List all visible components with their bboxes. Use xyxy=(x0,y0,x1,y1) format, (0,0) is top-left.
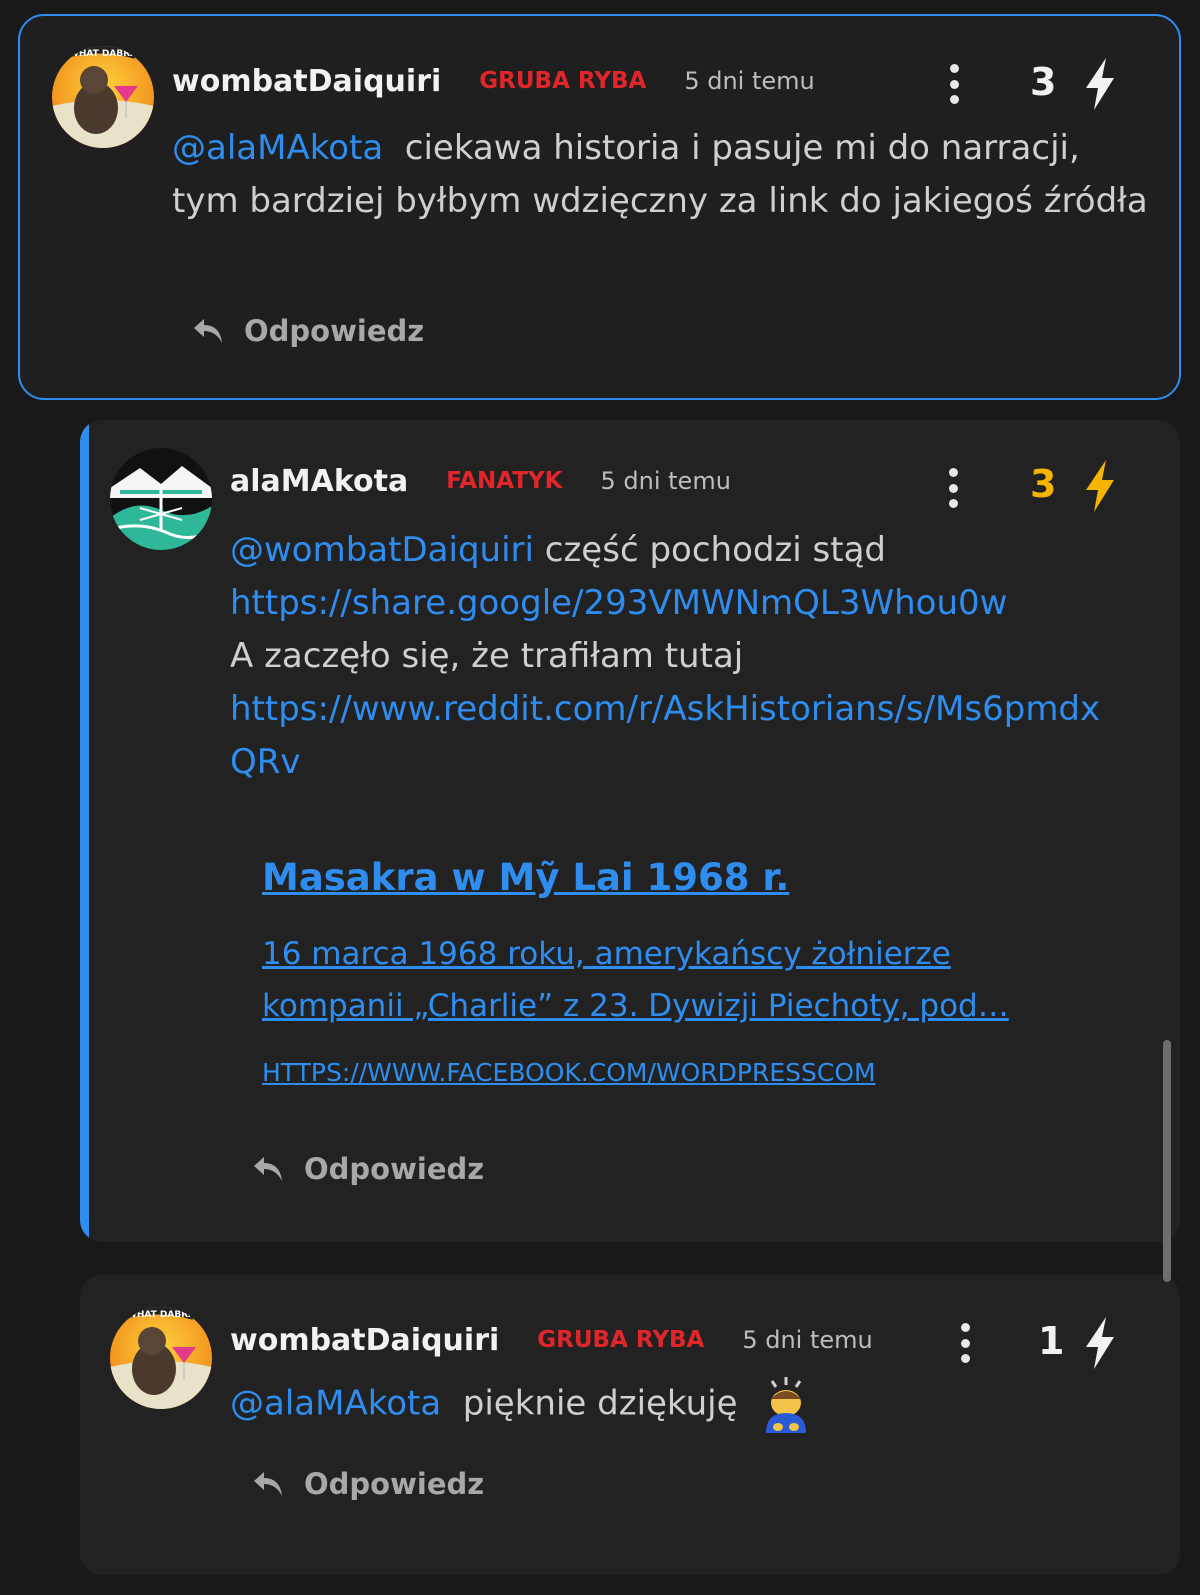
reply-comment-card: WHAT DABRA wombatDaiquiri GRUBA RYBA 5 d… xyxy=(80,1275,1180,1575)
username[interactable]: alaMAkota xyxy=(230,464,408,499)
rank-badge: GRUBA RYBA xyxy=(537,1327,705,1353)
reply-comment-card: alaMAkota FANATYK 5 dni temu 3 @wombatDa… xyxy=(80,420,1180,1242)
more-options-button[interactable] xyxy=(958,1323,972,1363)
user-mention[interactable]: @alaMAkota xyxy=(230,1384,441,1424)
rank-badge: GRUBA RYBA xyxy=(479,68,647,94)
user-mention[interactable]: @alaMAkota xyxy=(172,128,383,168)
link-preview-title[interactable]: Masakra w Mỹ Lai 1968 r. xyxy=(262,856,789,899)
lightning-bolt-icon[interactable] xyxy=(1082,56,1118,112)
link[interactable]: https://share.google/293VMWNmQL3Whou0w xyxy=(230,577,1110,630)
more-options-button[interactable] xyxy=(946,468,960,508)
svg-text:WHAT DABRA: WHAT DABRA xyxy=(127,1310,195,1320)
reply-button[interactable]: Odpowiedz xyxy=(252,1152,484,1186)
scrollbar[interactable] xyxy=(1163,1040,1171,1282)
comment-card-highlighted: WHAT DABRA wombatDaiquiri GRUBA RYBA 5 d… xyxy=(18,14,1181,400)
more-options-button[interactable] xyxy=(947,64,961,104)
lightning-bolt-icon[interactable] xyxy=(1082,458,1118,514)
link[interactable]: https://www.reddit.com/r/AskHistorians/s… xyxy=(230,683,1110,789)
svg-text:WHAT DABRA: WHAT DABRA xyxy=(69,49,137,59)
avatar[interactable]: WHAT DABRA xyxy=(52,46,154,148)
avatar[interactable] xyxy=(110,448,212,550)
vote-score: 3 xyxy=(1030,60,1057,104)
reply-arrow-icon xyxy=(254,1157,282,1181)
reply-button[interactable]: Odpowiedz xyxy=(252,1467,484,1501)
person-bowing-icon xyxy=(766,1377,807,1433)
vote-score: 3 xyxy=(1030,462,1057,506)
comment-header: wombatDaiquiri GRUBA RYBA 5 dni temu xyxy=(230,1315,873,1365)
thread-accent-bar xyxy=(80,420,89,1242)
timestamp: 5 dni temu xyxy=(742,1326,873,1354)
lightning-bolt-icon[interactable] xyxy=(1082,1315,1118,1371)
link-preview-url[interactable]: HTTPS://WWW.FACEBOOK.COM/WORDPRESSCOM xyxy=(262,1058,876,1087)
comment-header: wombatDaiquiri GRUBA RYBA 5 dni temu xyxy=(172,56,815,106)
avatar[interactable]: WHAT DABRA xyxy=(110,1307,212,1409)
rank-badge: FANATYK xyxy=(446,468,563,494)
reply-arrow-icon xyxy=(194,319,222,343)
timestamp: 5 dni temu xyxy=(684,67,815,95)
username[interactable]: wombatDaiquiri xyxy=(172,64,441,99)
user-mention[interactable]: @wombatDaiquiri xyxy=(230,530,534,570)
comment-text: @alaMAkota pięknie dziękuję xyxy=(230,1375,1110,1435)
comment-header: alaMAkota FANATYK 5 dni temu xyxy=(230,456,731,506)
username[interactable]: wombatDaiquiri xyxy=(230,1323,499,1358)
timestamp: 5 dni temu xyxy=(600,467,731,495)
link-preview-description[interactable]: 16 marca 1968 roku, amerykańscy żołnierz… xyxy=(262,928,1102,1032)
reply-arrow-icon xyxy=(254,1472,282,1496)
reply-button[interactable]: Odpowiedz xyxy=(192,314,424,348)
comment-text: @alaMAkota ciekawa historia i pasuje mi … xyxy=(172,128,1148,221)
vote-score: 1 xyxy=(1038,1319,1065,1363)
comment-text: @wombatDaiquiri część pochodzi stąd http… xyxy=(230,524,1110,789)
